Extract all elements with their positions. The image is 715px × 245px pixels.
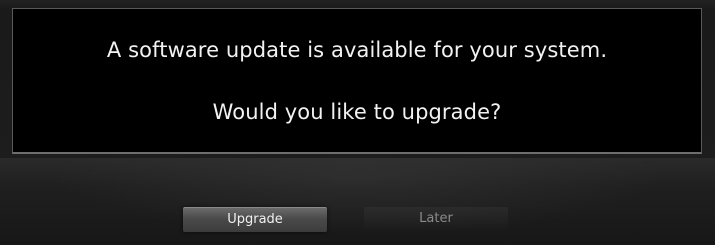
update-prompt-screen: A software update is available for your …: [0, 0, 715, 245]
later-button[interactable]: Later: [364, 207, 508, 231]
upgrade-button[interactable]: Upgrade: [183, 207, 327, 232]
button-bar: [0, 158, 715, 245]
upgrade-question: Would you like to upgrade?: [212, 100, 502, 124]
update-available-message: A software update is available for your …: [106, 38, 608, 62]
update-message-box: A software update is available for your …: [12, 8, 702, 154]
